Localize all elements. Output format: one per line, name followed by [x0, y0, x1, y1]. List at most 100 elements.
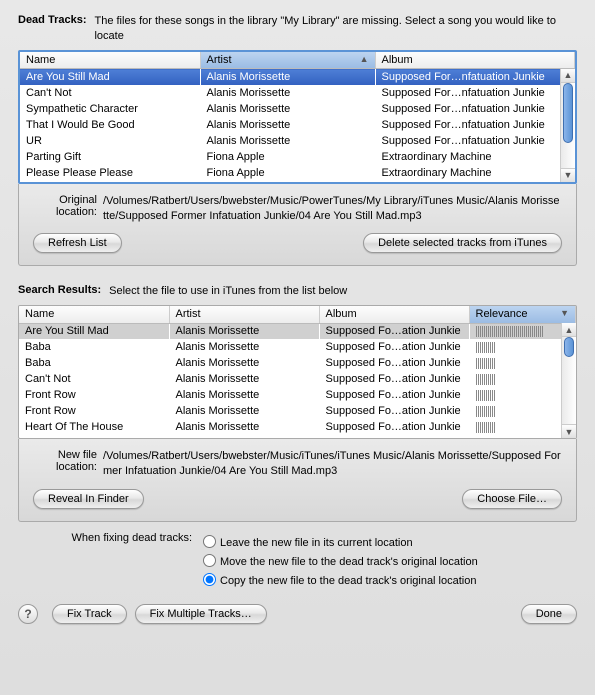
cell-name: Heart Of The House	[19, 419, 169, 435]
radio-input[interactable]	[203, 554, 216, 567]
cell-album: Supposed Fo…ation Junkie	[319, 323, 469, 339]
cell-artist: Alanis Morissette	[200, 133, 375, 149]
radio-option[interactable]: Move the new file to the dead track's or…	[198, 551, 478, 568]
dead-tracks-header: Dead Tracks: The files for these songs i…	[18, 14, 577, 44]
cell-name: Are You Still Mad	[20, 69, 200, 85]
col-artist[interactable]: Artist	[169, 306, 319, 323]
cell-album: Extraordinary Machine	[375, 149, 575, 165]
original-location-box: Originallocation: /Volumes/Ratbert/Users…	[18, 184, 577, 267]
table-row[interactable]: Are You Still MadAlanis MorissetteSuppos…	[20, 69, 575, 85]
cell-album: Supposed Fo…ation Junkie	[319, 371, 469, 387]
search-results-section: Search Results: Select the file to use i…	[0, 284, 595, 522]
radio-input[interactable]	[203, 573, 216, 586]
scroll-up-icon[interactable]: ▲	[562, 323, 576, 337]
cell-name: Baba	[19, 339, 169, 355]
table-row[interactable]: BabaAlanis MorissetteSupposed Fo…ation J…	[19, 339, 576, 355]
cell-album: Supposed Fo…ation Junkie	[319, 403, 469, 419]
relevance-bar	[476, 326, 544, 337]
original-location-value: /Volumes/Ratbert/Users/bwebster/Music/Po…	[103, 194, 562, 224]
relevance-bar	[476, 374, 495, 385]
table-row[interactable]: Front RowAlanis MorissetteSupposed Fo…at…	[19, 387, 576, 403]
cell-relevance	[469, 387, 576, 403]
search-results-table[interactable]: Name Artist Album Relevance ▼ Are You St…	[19, 306, 576, 435]
radio-option[interactable]: Leave the new file in its current locati…	[198, 532, 478, 549]
cell-artist: Alanis Morissette	[169, 419, 319, 435]
fix-options: When fixing dead tracks: Leave the new f…	[18, 532, 595, 589]
search-results-header: Search Results: Select the file to use i…	[18, 284, 577, 299]
table-row[interactable]: Parting GiftFiona AppleExtraordinary Mac…	[20, 149, 575, 165]
table-row[interactable]: That I Would Be GoodAlanis MorissetteSup…	[20, 117, 575, 133]
search-results-desc: Select the file to use in iTunes from th…	[109, 284, 577, 299]
fix-multiple-tracks-button[interactable]: Fix Multiple Tracks…	[135, 604, 267, 624]
cell-relevance	[469, 355, 576, 371]
table-row[interactable]: BabaAlanis MorissetteSupposed Fo…ation J…	[19, 355, 576, 371]
table-row[interactable]: Sympathetic CharacterAlanis MorissetteSu…	[20, 101, 575, 117]
cell-album: Supposed Fo…ation Junkie	[319, 419, 469, 435]
cell-relevance	[469, 323, 576, 339]
table-row[interactable]: Can't NotAlanis MorissetteSupposed Fo…at…	[19, 371, 576, 387]
cell-artist: Alanis Morissette	[169, 371, 319, 387]
search-results-title: Search Results:	[18, 284, 101, 299]
table-row[interactable]: Front RowAlanis MorissetteSupposed Fo…at…	[19, 403, 576, 419]
sort-asc-icon: ▲	[360, 54, 369, 64]
col-artist[interactable]: Artist ▲	[200, 52, 375, 69]
table-row[interactable]: Please Please PleaseFiona AppleExtraordi…	[20, 165, 575, 181]
cell-name: Please Please Please	[20, 165, 200, 181]
col-album[interactable]: Album	[375, 52, 575, 69]
cell-album: Supposed For…nfatuation Junkie	[375, 69, 575, 85]
cell-artist: Alanis Morissette	[200, 117, 375, 133]
cell-artist: Fiona Apple	[200, 165, 375, 181]
dead-tracks-title: Dead Tracks:	[18, 14, 86, 44]
cell-name: Parting Gift	[20, 149, 200, 165]
cell-artist: Fiona Apple	[200, 149, 375, 165]
bottom-bar: ? Fix Track Fix Multiple Tracks… Done	[0, 592, 595, 638]
dead-tracks-table-wrap: Name Artist ▲ Album Are You Still MadAla…	[18, 50, 577, 184]
cell-album: Supposed Fo…ation Junkie	[319, 387, 469, 403]
radio-option[interactable]: Copy the new file to the dead track's or…	[198, 570, 478, 587]
cell-artist: Alanis Morissette	[169, 403, 319, 419]
scroll-down-icon[interactable]: ▼	[562, 424, 576, 438]
scroll-down-icon[interactable]: ▼	[561, 168, 575, 182]
cell-relevance	[469, 371, 576, 387]
col-relevance[interactable]: Relevance ▼	[469, 306, 576, 323]
table-row[interactable]: Can't NotAlanis MorissetteSupposed For…n…	[20, 85, 575, 101]
choose-file-button[interactable]: Choose File…	[462, 489, 562, 509]
original-location-label: Originallocation:	[33, 194, 97, 224]
sort-desc-icon: ▼	[560, 308, 569, 318]
scroll-thumb[interactable]	[563, 83, 573, 143]
table-row[interactable]: Are You Still MadAlanis MorissetteSuppos…	[19, 323, 576, 339]
cell-relevance	[469, 339, 576, 355]
radio-label: Move the new file to the dead track's or…	[220, 556, 478, 568]
relevance-bar	[476, 422, 495, 433]
dead-tracks-table[interactable]: Name Artist ▲ Album Are You Still MadAla…	[20, 52, 575, 181]
radio-input[interactable]	[203, 535, 216, 548]
refresh-list-button[interactable]: Refresh List	[33, 233, 122, 253]
cell-album: Supposed Fo…ation Junkie	[319, 355, 469, 371]
scroll-thumb[interactable]	[564, 337, 574, 357]
cell-album: Supposed For…nfatuation Junkie	[375, 133, 575, 149]
dead-tracks-desc: The files for these songs in the library…	[94, 14, 577, 44]
col-album[interactable]: Album	[319, 306, 469, 323]
col-name[interactable]: Name	[19, 306, 169, 323]
cell-album: Supposed For…nfatuation Junkie	[375, 117, 575, 133]
fix-track-button[interactable]: Fix Track	[52, 604, 127, 624]
table-row[interactable]: Heart Of The HouseAlanis MorissetteSuppo…	[19, 419, 576, 435]
done-button[interactable]: Done	[521, 604, 577, 624]
cell-name: That I Would Be Good	[20, 117, 200, 133]
scroll-up-icon[interactable]: ▲	[561, 69, 575, 83]
delete-selected-button[interactable]: Delete selected tracks from iTunes	[363, 233, 562, 253]
new-file-location-label: New filelocation:	[33, 449, 97, 479]
cell-name: Front Row	[19, 387, 169, 403]
scrollbar[interactable]: ▲ ▼	[560, 69, 575, 182]
help-button[interactable]: ?	[18, 604, 38, 624]
cell-relevance	[469, 403, 576, 419]
table-row[interactable]: URAlanis MorissetteSupposed For…nfatuati…	[20, 133, 575, 149]
cell-artist: Alanis Morissette	[169, 323, 319, 339]
cell-album: Supposed Fo…ation Junkie	[319, 339, 469, 355]
scrollbar[interactable]: ▲ ▼	[561, 323, 576, 438]
cell-album: Supposed For…nfatuation Junkie	[375, 85, 575, 101]
dead-tracks-section: Dead Tracks: The files for these songs i…	[0, 0, 595, 266]
reveal-in-finder-button[interactable]: Reveal In Finder	[33, 489, 144, 509]
cell-album: Extraordinary Machine	[375, 165, 575, 181]
col-name[interactable]: Name	[20, 52, 200, 69]
